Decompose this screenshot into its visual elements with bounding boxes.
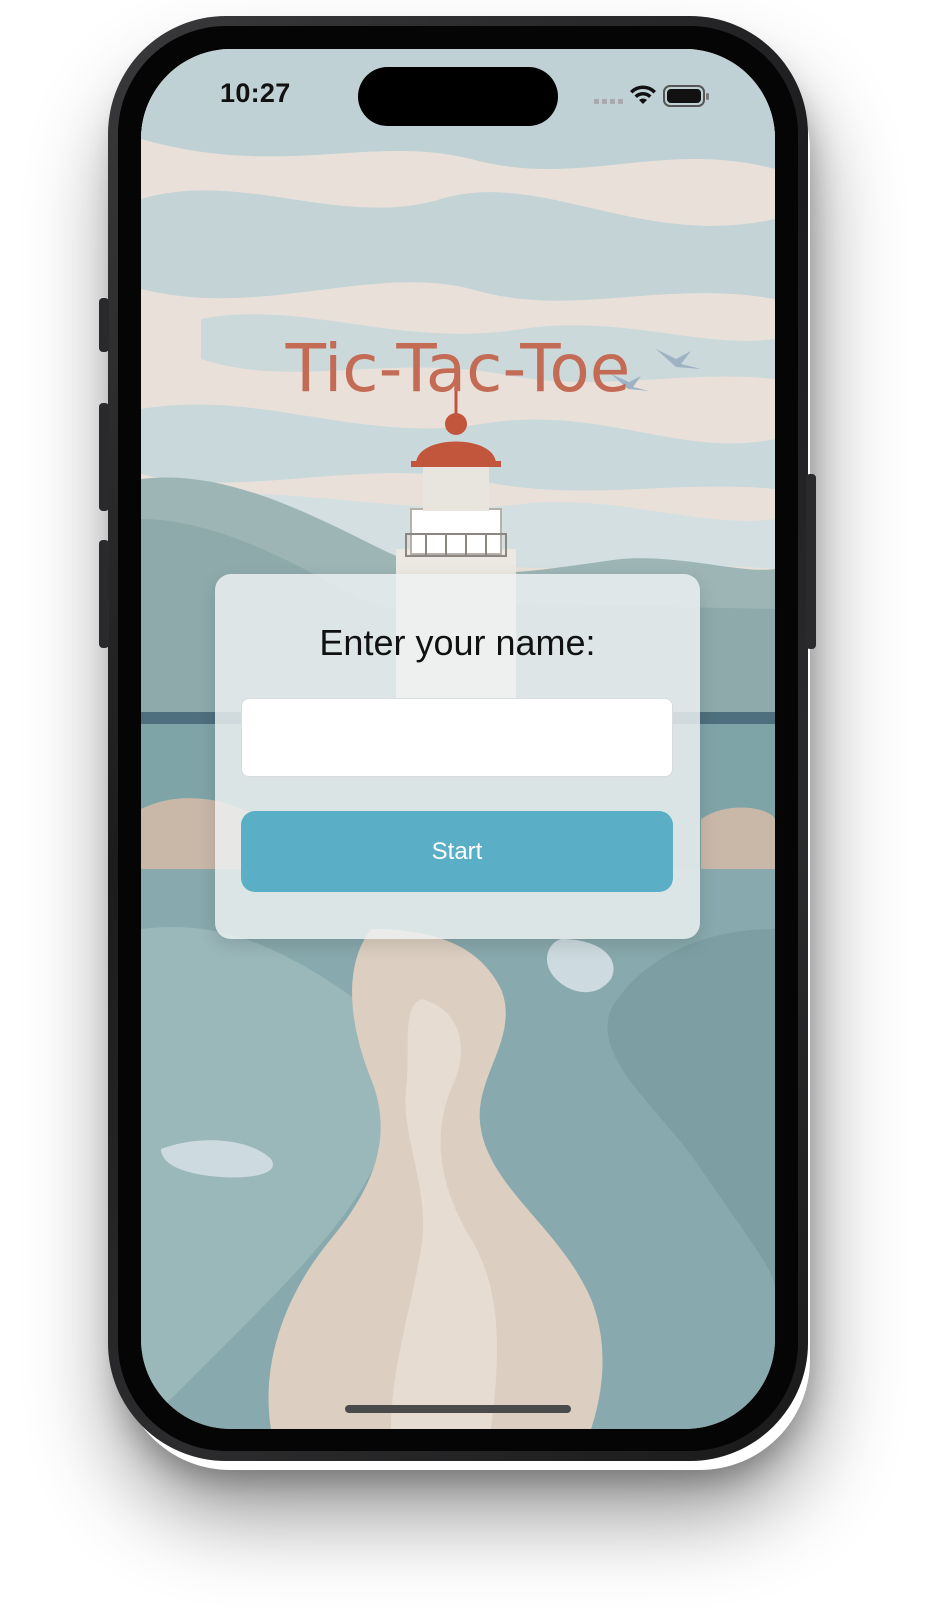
dynamic-island: [358, 67, 558, 126]
power-button: [806, 474, 816, 649]
name-input[interactable]: [241, 698, 673, 777]
status-time: 10:27: [220, 78, 291, 108]
battery-icon: [663, 85, 709, 107]
signal-icon: [594, 99, 623, 104]
device-mockup: Tic-Tac-Toe 10:27 Enter your name: Start: [0, 0, 935, 1607]
name-prompt-label: Enter your name:: [319, 622, 596, 663]
name-entry-card: Enter your name: Start: [215, 574, 700, 939]
action-button: [99, 298, 109, 352]
volume-down-button: [99, 540, 109, 648]
status-icons: [594, 85, 709, 107]
start-button[interactable]: Start: [241, 811, 673, 892]
home-indicator: [345, 1405, 571, 1413]
wifi-icon: [630, 85, 656, 104]
volume-up-button: [99, 403, 109, 511]
app-title: Tic-Tac-Toe: [285, 330, 631, 407]
